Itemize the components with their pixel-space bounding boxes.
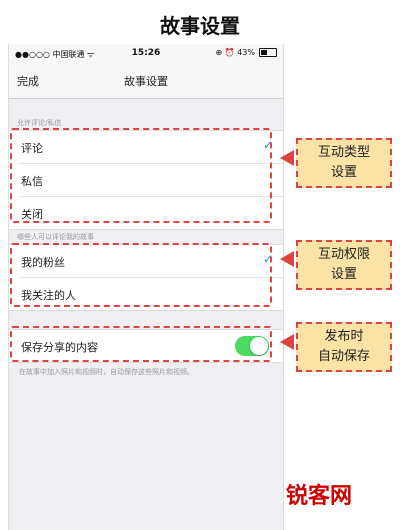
callout-permission: 互动权限 设置	[296, 240, 392, 290]
page-title: 故事设置	[160, 14, 240, 38]
section-header-who: 哪些人可以评论我的故事	[17, 233, 94, 241]
watermark-logo: 锐客网	[286, 484, 353, 509]
nav-bar: 完成 故事设置	[9, 64, 283, 99]
arrow-left-icon	[280, 150, 294, 166]
section-header-comments: 允许评论/私信	[17, 119, 62, 127]
highlight-permission-box	[10, 243, 272, 307]
highlight-autosave-box	[10, 326, 272, 362]
battery-icon	[259, 48, 277, 57]
callout-type: 互动类型 设置	[296, 138, 392, 188]
highlight-type-box	[10, 128, 272, 223]
save-note: 在故事中加入照片和视频时，自动保存这些照片和视频。	[19, 368, 194, 376]
status-indicators: ⊕ ⏰ 43%	[215, 48, 255, 57]
callout-autosave: 发布时 自动保存	[296, 322, 392, 372]
arrow-left-icon	[280, 334, 294, 350]
arrow-left-icon	[280, 251, 294, 267]
nav-title: 故事设置	[124, 75, 168, 88]
status-bar: ●●○○○ 中国联通 ᯤ 15:26 ⊕ ⏰ 43%	[9, 44, 283, 64]
status-right: ⊕ ⏰ 43%	[215, 48, 277, 57]
